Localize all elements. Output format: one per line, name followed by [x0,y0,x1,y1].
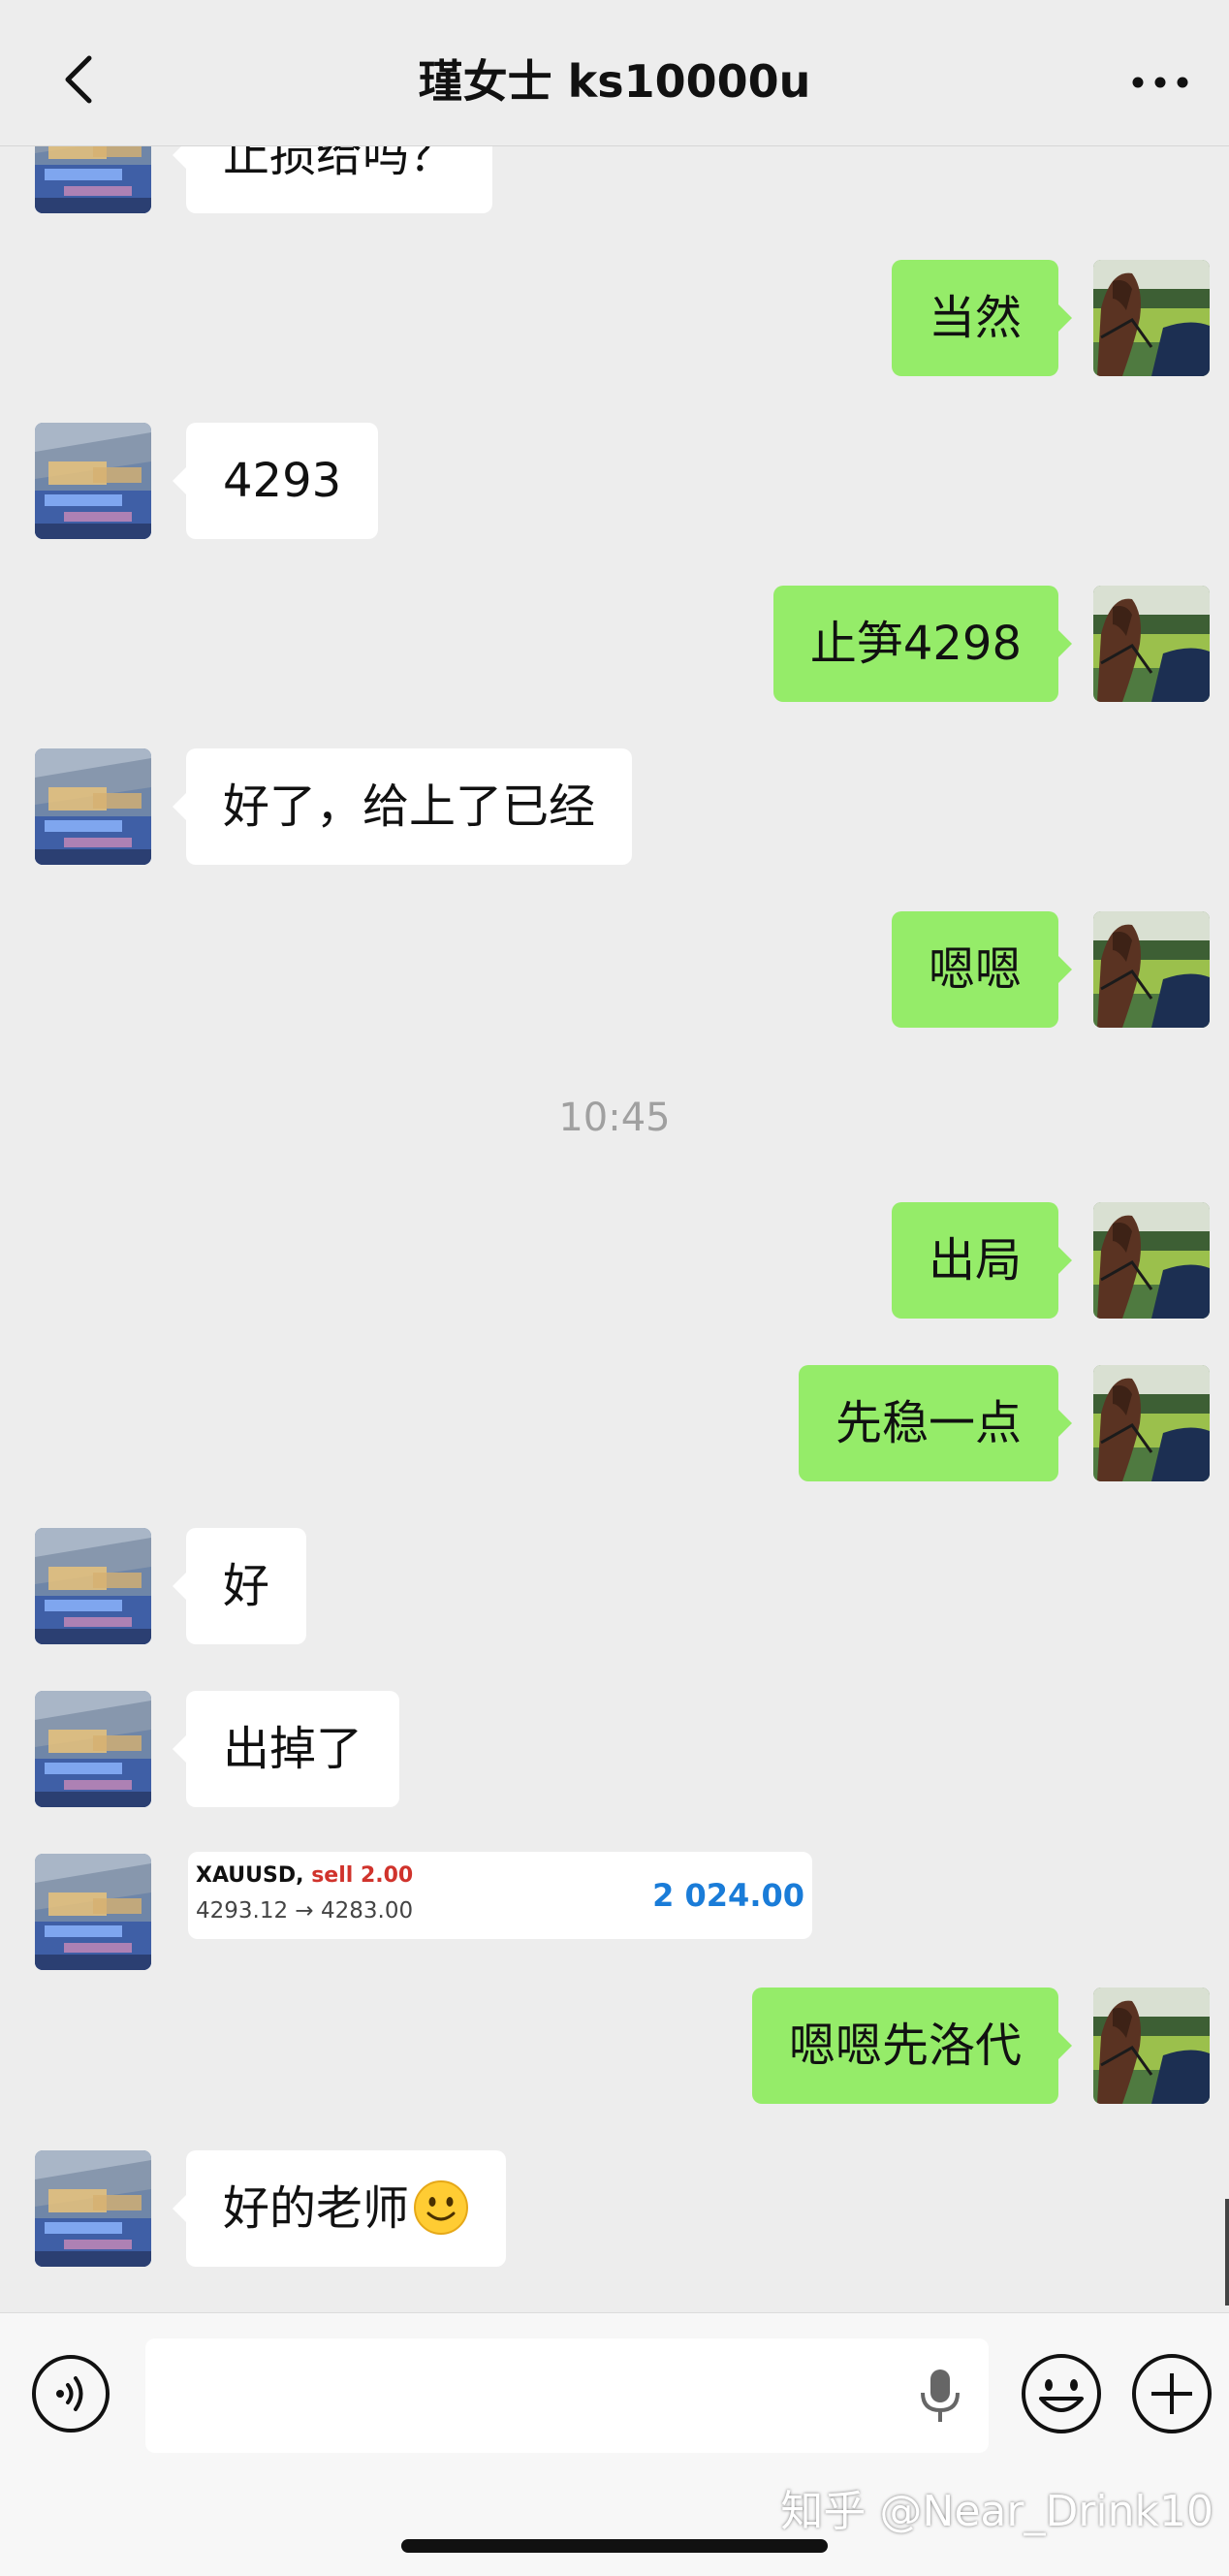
sent-message[interactable]: 当然 [891,260,1073,376]
contact-avatar[interactable] [35,1691,151,1807]
received-message[interactable]: 4293 [172,423,379,539]
more-dots-icon[interactable] [1126,58,1194,107]
my-avatar[interactable] [1093,1365,1210,1481]
my-avatar[interactable] [1093,1202,1210,1319]
sent-message[interactable]: 出局 [891,1202,1073,1319]
chat-header: 瑾女士 ks10000u [0,0,1229,146]
plus-icon[interactable] [1130,2352,1213,2435]
trade-symbol-line: XAUUSD, sell 2.00 [196,1863,414,1888]
my-avatar[interactable] [1093,586,1210,702]
received-message[interactable]: 好的老师 [172,2150,507,2267]
microphone-icon[interactable] [915,2366,965,2426]
contact-avatar[interactable] [35,1528,151,1644]
trade-card-image[interactable]: XAUUSD, sell 2.00 4293.12 → 4283.00 2 02… [188,1852,812,1939]
trade-profit: 2 024.00 [652,1877,804,1914]
input-bar: 知乎 @Near_Drink10 [0,2312,1229,2576]
sent-message[interactable]: 嗯嗯 [891,911,1073,1028]
my-avatar[interactable] [1093,260,1210,376]
contact-avatar[interactable] [35,1854,151,1970]
contact-avatar[interactable] [35,423,151,539]
contact-avatar[interactable] [35,2150,151,2267]
sent-message[interactable]: 止笋4298 [772,586,1073,702]
my-avatar[interactable] [1093,1988,1210,2104]
sent-message[interactable]: 嗯嗯先洛代 [751,1988,1073,2104]
zhihu-watermark: 知乎 @Near_Drink10 [780,2487,1213,2536]
received-message[interactable]: 好了，给上了已经 [172,748,633,865]
emoji-icon[interactable] [1020,2352,1103,2435]
sent-message[interactable]: 先稳一点 [798,1365,1073,1481]
trade-prices: 4293.12 → 4283.00 [196,1898,414,1924]
received-message-text: 好的老师 [223,2181,410,2236]
trade-side: sell 2.00 [311,1863,414,1888]
chat-title: 瑾女士 ks10000u [418,55,811,108]
contact-avatar[interactable] [35,748,151,865]
voice-icon[interactable] [31,2354,110,2433]
message-input[interactable] [145,2338,989,2453]
slightly-smiling-face-icon [414,2180,469,2235]
received-message[interactable]: 出掉了 [172,1691,400,1807]
message-timestamp: 10:45 [558,1096,671,1140]
received-message[interactable]: 好 [172,1528,307,1644]
scrollbar-thumb[interactable] [1225,2199,1229,2306]
chat-area[interactable]: 止损给吗？ 当然 4293 止笋4298 好了，给上了已经 嗯嗯 10:45 出… [0,0,1229,2312]
my-avatar[interactable] [1093,911,1210,1028]
home-indicator[interactable] [401,2539,828,2553]
trade-symbol: XAUUSD [196,1863,297,1888]
